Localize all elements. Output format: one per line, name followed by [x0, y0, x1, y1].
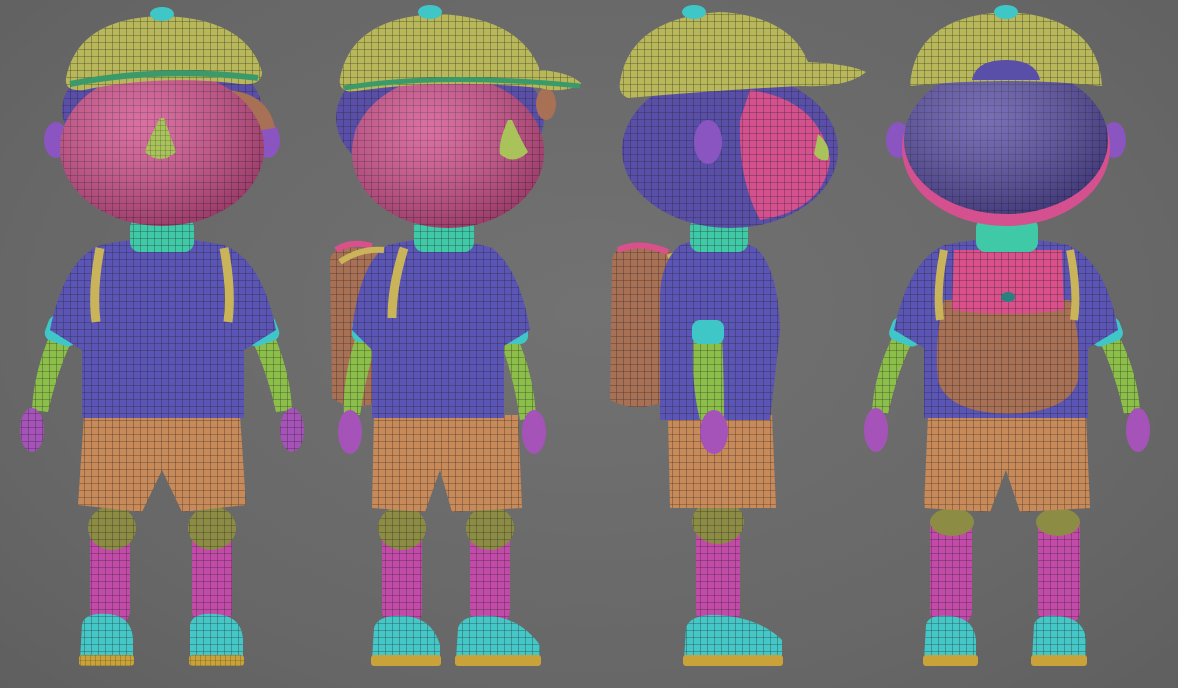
viewport-canvas[interactable]	[0, 0, 1178, 688]
cap-button	[150, 7, 174, 21]
view-three-quarter	[330, 5, 582, 666]
character-turnaround	[20, 5, 1150, 666]
legs	[88, 506, 236, 625]
view-front	[20, 7, 304, 666]
backpack-strap	[90, 247, 105, 323]
view-back	[864, 5, 1150, 666]
view-side	[610, 5, 866, 666]
shoes	[79, 613, 244, 666]
